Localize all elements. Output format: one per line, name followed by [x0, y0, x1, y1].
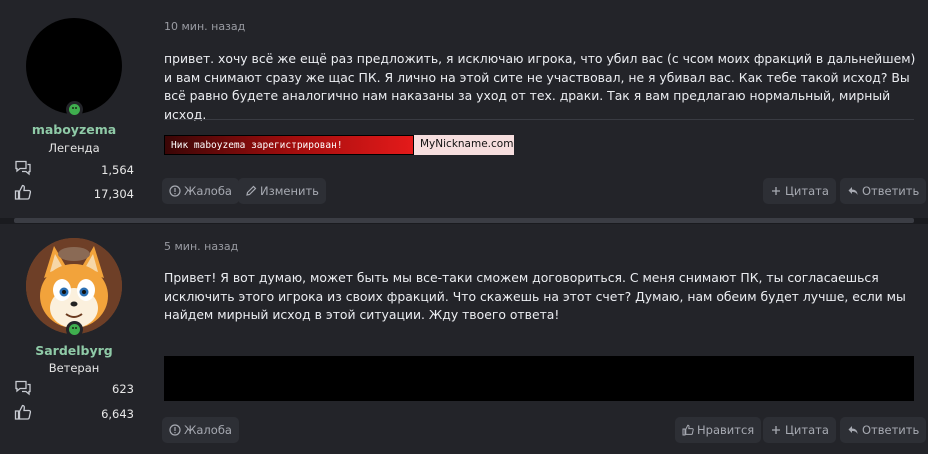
quote-plus-icon — [772, 187, 780, 195]
report-label: Жалоба — [184, 184, 232, 198]
quote-label: Цитата — [785, 423, 829, 437]
post-date[interactable]: 10 мин. назад — [164, 20, 245, 33]
signature-site: MyNickname.com — [414, 135, 514, 155]
reactions-count: 6,643 — [101, 407, 134, 421]
messages-count: 1,564 — [101, 163, 134, 177]
signature-text: Ник maboyzema зарегистрирован! — [164, 135, 414, 155]
report-label: Жалоба — [184, 423, 232, 437]
report-icon — [169, 424, 181, 436]
post-body: Привет! Я вот думаю, может быть мы все-т… — [164, 270, 906, 322]
avatar[interactable] — [26, 18, 122, 114]
online-indicator-icon — [66, 101, 83, 118]
user-panel: Sardelbyrg Ветеран 623 6,643 — [0, 224, 150, 454]
username[interactable]: Sardelbyrg — [0, 343, 148, 358]
user-title: Ветеран — [48, 361, 100, 375]
edit-button[interactable]: Изменить — [238, 178, 326, 204]
reactions-icon — [14, 404, 32, 420]
post-sardelbyrg: Sardelbyrg Ветеран 623 6,643 5 мин. наза… — [0, 224, 928, 454]
user-panel: maboyzema Легенда 1,564 17,304 — [0, 0, 150, 218]
messages-count: 623 — [112, 382, 134, 396]
user-title: Легенда — [48, 141, 100, 155]
like-label: Нравится — [697, 423, 755, 437]
avatar[interactable] — [26, 238, 122, 334]
signature-image — [164, 356, 914, 401]
reply-button[interactable]: Ответить — [840, 417, 927, 443]
quote-button[interactable]: Цитата — [763, 417, 836, 443]
post-maboyzema: maboyzema Легенда 1,564 17,304 10 мин. н… — [0, 0, 928, 218]
quote-plus-icon — [772, 426, 780, 434]
signature-banner: Ник maboyzema зарегистрирован! MyNicknam… — [164, 135, 514, 155]
messages-icon — [15, 160, 31, 176]
reply-button[interactable]: Ответить — [840, 178, 927, 204]
reactions-count: 17,304 — [93, 187, 134, 201]
messages-icon — [15, 380, 31, 396]
reactions-icon — [14, 184, 32, 200]
edit-label: Изменить — [260, 184, 319, 198]
like-icon — [682, 424, 694, 436]
post-divider — [14, 218, 914, 223]
reply-label: Ответить — [862, 423, 920, 437]
post-body: привет. хочу всё же ещё раз предложить, … — [164, 51, 916, 122]
reply-icon — [848, 426, 858, 434]
like-button[interactable]: Нравится — [675, 417, 762, 443]
report-button[interactable]: Жалоба — [162, 178, 239, 204]
username[interactable]: maboyzema — [0, 122, 148, 137]
edit-icon — [246, 185, 257, 196]
reply-label: Ответить — [862, 184, 920, 198]
quote-button[interactable]: Цитата — [763, 178, 836, 204]
report-icon — [169, 185, 181, 197]
quote-label: Цитата — [785, 184, 829, 198]
online-indicator-icon — [66, 321, 83, 338]
signature-separator — [164, 119, 914, 120]
post-date[interactable]: 5 мин. назад — [164, 240, 238, 253]
reply-icon — [848, 187, 858, 195]
report-button[interactable]: Жалоба — [162, 417, 239, 443]
